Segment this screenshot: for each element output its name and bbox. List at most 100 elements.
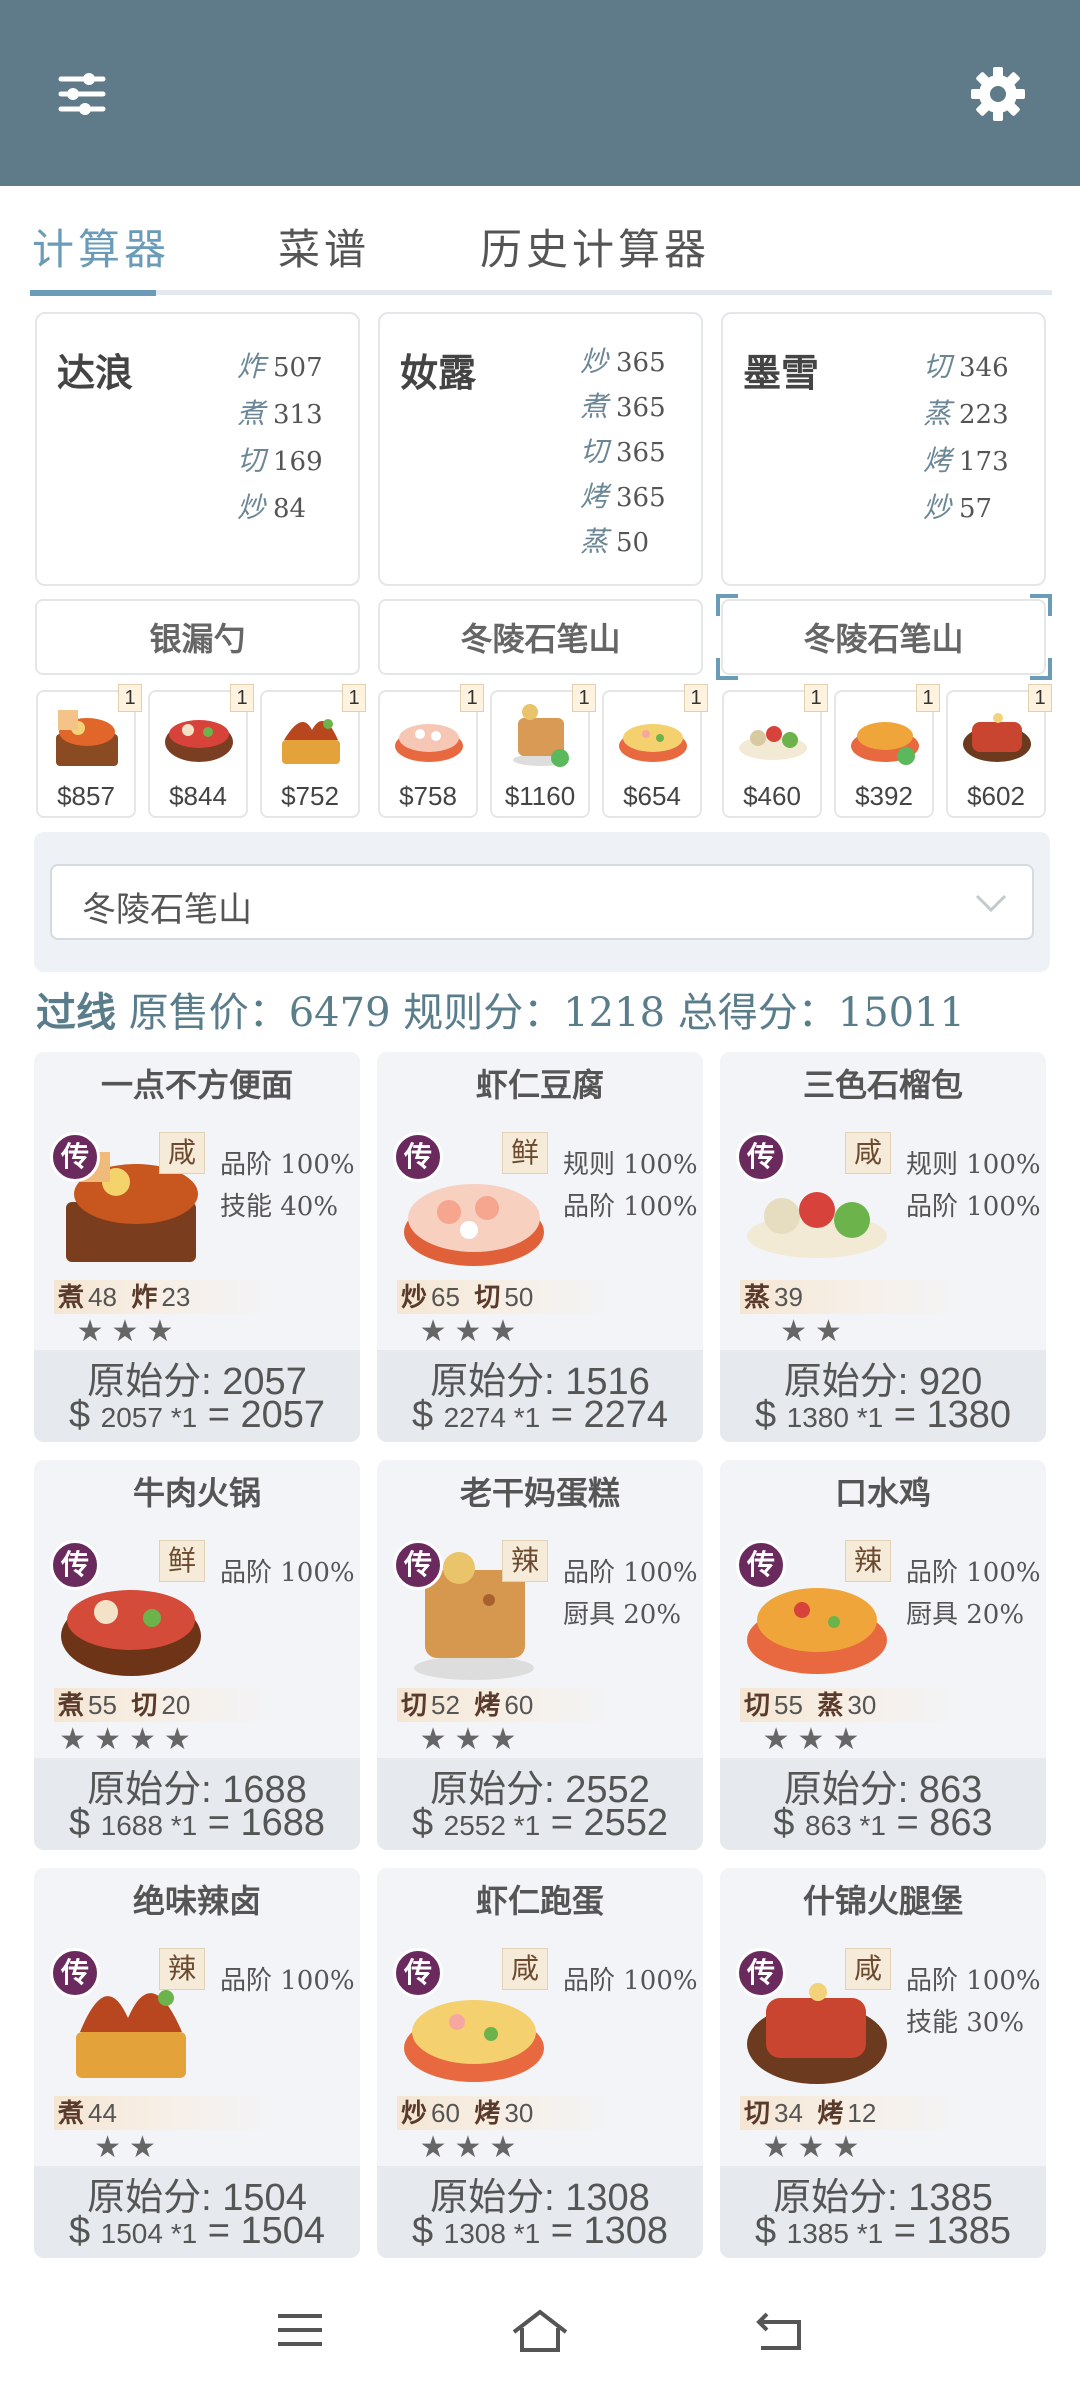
dish-price: $844 (169, 781, 227, 811)
skill-requirement: 煮 44 (58, 2098, 117, 2129)
recents-button[interactable] (260, 2300, 340, 2360)
final-score: $ 1385 *1 = 1385 (754, 2210, 1012, 2252)
recipe-card[interactable]: 虾仁豆腐 传 鲜 规则 100% 品阶 100% 炒 65 切 50 ★★★ 原始分:… (377, 1052, 703, 1442)
tab-divider (30, 290, 1052, 295)
chef-card[interactable]: 奻露 炒 365 煮 365 切 365 烤 365 蒸 50 (378, 312, 703, 586)
hotpot-icon (165, 720, 233, 762)
back-icon (756, 2312, 801, 2350)
settings-button[interactable] (962, 58, 1034, 130)
condition-select[interactable]: 冬陵石笔山 (50, 864, 1034, 940)
final-score: $ 1688 *1 = 1688 (68, 1802, 326, 1844)
dish-slot[interactable]: 1 $602 (946, 684, 1052, 818)
score-panel: 原始分: 1516 $ 2274 *1 = 2274 (377, 1350, 703, 1442)
final-score: $ 863 *1 = 863 (773, 1802, 993, 1844)
bonus-list: 品阶 100% (563, 1960, 698, 2002)
chef-skills: 炒 365 煮 365 切 365 烤 365 蒸 50 (580, 345, 666, 558)
star-rating: ★★ (94, 2130, 164, 2165)
system-nav-bar (0, 2260, 1080, 2400)
recipe-card[interactable]: 老干妈蛋糕 传 辣 品阶 100% 厨具 20% 切 52 烤 60 ★★★ 原始分:… (377, 1460, 703, 1850)
cake-icon (513, 704, 569, 767)
noodle-bowl-icon (56, 710, 118, 766)
dish-price: $602 (967, 781, 1025, 811)
omelette-icon (619, 724, 687, 762)
recipe-title: 牛肉火锅 (132, 1474, 261, 1512)
recipe-card[interactable]: 三色石榴包 传 咸 规则 100% 品阶 100% 蒸 39 ★★ 原始分: 920… (720, 1052, 1046, 1442)
rarity-badge: 传 (393, 1132, 443, 1182)
dish-slot[interactable]: 1 $752 (260, 684, 366, 818)
bonus-list: 品阶 100% 技能 30% (906, 1960, 1041, 2044)
dish-price: $752 (281, 781, 339, 811)
tab-indicator (30, 290, 156, 296)
recipe-title: 虾仁豆腐 (475, 1066, 604, 1104)
score-panel: 原始分: 1688 $ 1688 *1 = 1688 (34, 1758, 360, 1850)
chef-card[interactable]: 墨雪 切 346 蒸 223 烤 173 炒 57 (721, 312, 1046, 586)
bonus-line: 技能 30% (906, 2008, 1025, 2038)
equipment-slot[interactable]: 银漏勺 (35, 599, 360, 675)
recipe-title: 老干妈蛋糕 (459, 1474, 620, 1512)
recipe-title: 三色石榴包 (802, 1066, 963, 1104)
chef-name: 达浪 (57, 350, 134, 395)
dish-slot[interactable]: 1 $654 (602, 684, 708, 818)
score-panel: 原始分: 1308 $ 1308 *1 = 1308 (377, 2166, 703, 2258)
recipe-title: 虾仁跑蛋 (475, 1882, 604, 1920)
tab-recipes[interactable]: 菜谱 (278, 216, 370, 277)
chef-name: 墨雪 (743, 350, 820, 395)
chef-card[interactable]: 达浪 炸 507 煮 313 切 169 炒 84 (35, 312, 360, 586)
tab-bar: 计算器 菜谱 历史计算器 (0, 186, 1080, 298)
dish-slot[interactable]: 1 $1160 (490, 684, 596, 818)
bonus-line: 品阶 100% (906, 1558, 1041, 1588)
skill-requirement: 切 52 (401, 1690, 460, 1721)
dish-slot[interactable]: 1 $844 (148, 684, 254, 818)
spicy-braise-icon (282, 719, 340, 764)
rarity-badge: 传 (736, 1132, 786, 1182)
skill-requirements: 切 55 蒸 30 (740, 1688, 960, 1722)
recipe-title: 一点不方便面 (100, 1066, 293, 1104)
bonus-list: 品阶 100% (220, 1552, 355, 1594)
recipe-card[interactable]: 牛肉火锅 传 鲜 品阶 100% 煮 55 切 20 ★★★★ 原始分: 1688 … (34, 1460, 360, 1850)
recipe-card[interactable]: 一点不方便面 传 咸 品阶 100% 技能 40% 煮 48 炸 23 ★★★ 原始分… (34, 1052, 360, 1442)
skill-requirement: 烤 12 (817, 2098, 877, 2129)
score-panel: 原始分: 2552 $ 2552 *1 = 2552 (377, 1758, 703, 1850)
star-rating: ★★★ (762, 2130, 868, 2165)
recipe-card[interactable]: 口水鸡 传 辣 品阶 100% 厨具 20% 切 55 蒸 30 ★★★ 原始分: 8… (720, 1460, 1046, 1850)
bonus-line: 品阶 100% (563, 1192, 698, 1222)
back-button[interactable] (740, 2300, 820, 2360)
flavor-badge: 鲜 (502, 1132, 548, 1174)
score-panel: 原始分: 920 $ 1380 *1 = 1380 (720, 1350, 1046, 1442)
flavor-badge: 咸 (159, 1132, 205, 1174)
sliders-icon (58, 73, 106, 115)
recipe-card[interactable]: 绝味辣卤 传 辣 品阶 100% 煮 44 ★★ 原始分: 1504 $ 1504… (34, 1868, 360, 2258)
recipe-card[interactable]: 什锦火腿堡 传 咸 品阶 100% 技能 30% 切 34 烤 12 ★★★ 原始分:… (720, 1868, 1046, 2258)
chevron-down-icon (975, 894, 1007, 913)
flavor-badge: 鲜 (159, 1540, 205, 1582)
equipment-slot-selected[interactable]: 冬陵石笔山 (721, 599, 1046, 675)
star-rating: ★★★★ (59, 1722, 199, 1757)
summary-text: 原售价：6479 规则分：1218 总得分：15011 (128, 990, 965, 1036)
bonus-list: 规则 100% 品阶 100% (906, 1144, 1041, 1228)
filter-button[interactable] (46, 58, 118, 130)
score-panel: 原始分: 863 $ 863 *1 = 863 (720, 1758, 1046, 1850)
bonus-line: 品阶 100% (563, 1966, 698, 1996)
dish-slot[interactable]: 1 $758 (378, 684, 484, 818)
final-score: $ 2274 *1 = 2274 (411, 1394, 669, 1436)
dish-slot[interactable]: 1 $460 (722, 684, 828, 818)
selection-corner (716, 658, 738, 680)
flavor-badge: 咸 (502, 1948, 548, 1990)
home-button[interactable] (500, 2300, 580, 2360)
dish-price: $857 (57, 781, 115, 811)
dish-slot[interactable]: 1 $392 (834, 684, 940, 818)
rarity-badge: 传 (50, 1948, 100, 1998)
dish-price: $654 (623, 781, 681, 811)
dish-price: $758 (399, 781, 457, 811)
flavor-badge: 咸 (845, 1132, 891, 1174)
flavor-badge: 辣 (845, 1540, 891, 1582)
tab-history-calculator[interactable]: 历史计算器 (480, 216, 710, 277)
score-summary: 过线 原售价：6479 规则分：1218 总得分：15011 (36, 980, 965, 1038)
equipment-slot[interactable]: 冬陵石笔山 (378, 599, 703, 675)
final-score: $ 1380 *1 = 1380 (754, 1394, 1012, 1436)
tab-calculator[interactable]: 计算器 (32, 216, 170, 277)
recipe-card[interactable]: 虾仁跑蛋 传 咸 品阶 100% 炒 60 烤 30 ★★★ 原始分: 1308 $… (377, 1868, 703, 2258)
recipe-title: 绝味辣卤 (132, 1882, 261, 1920)
bun-plate-icon (739, 726, 807, 760)
dish-slot[interactable]: 1 $857 (36, 684, 142, 818)
